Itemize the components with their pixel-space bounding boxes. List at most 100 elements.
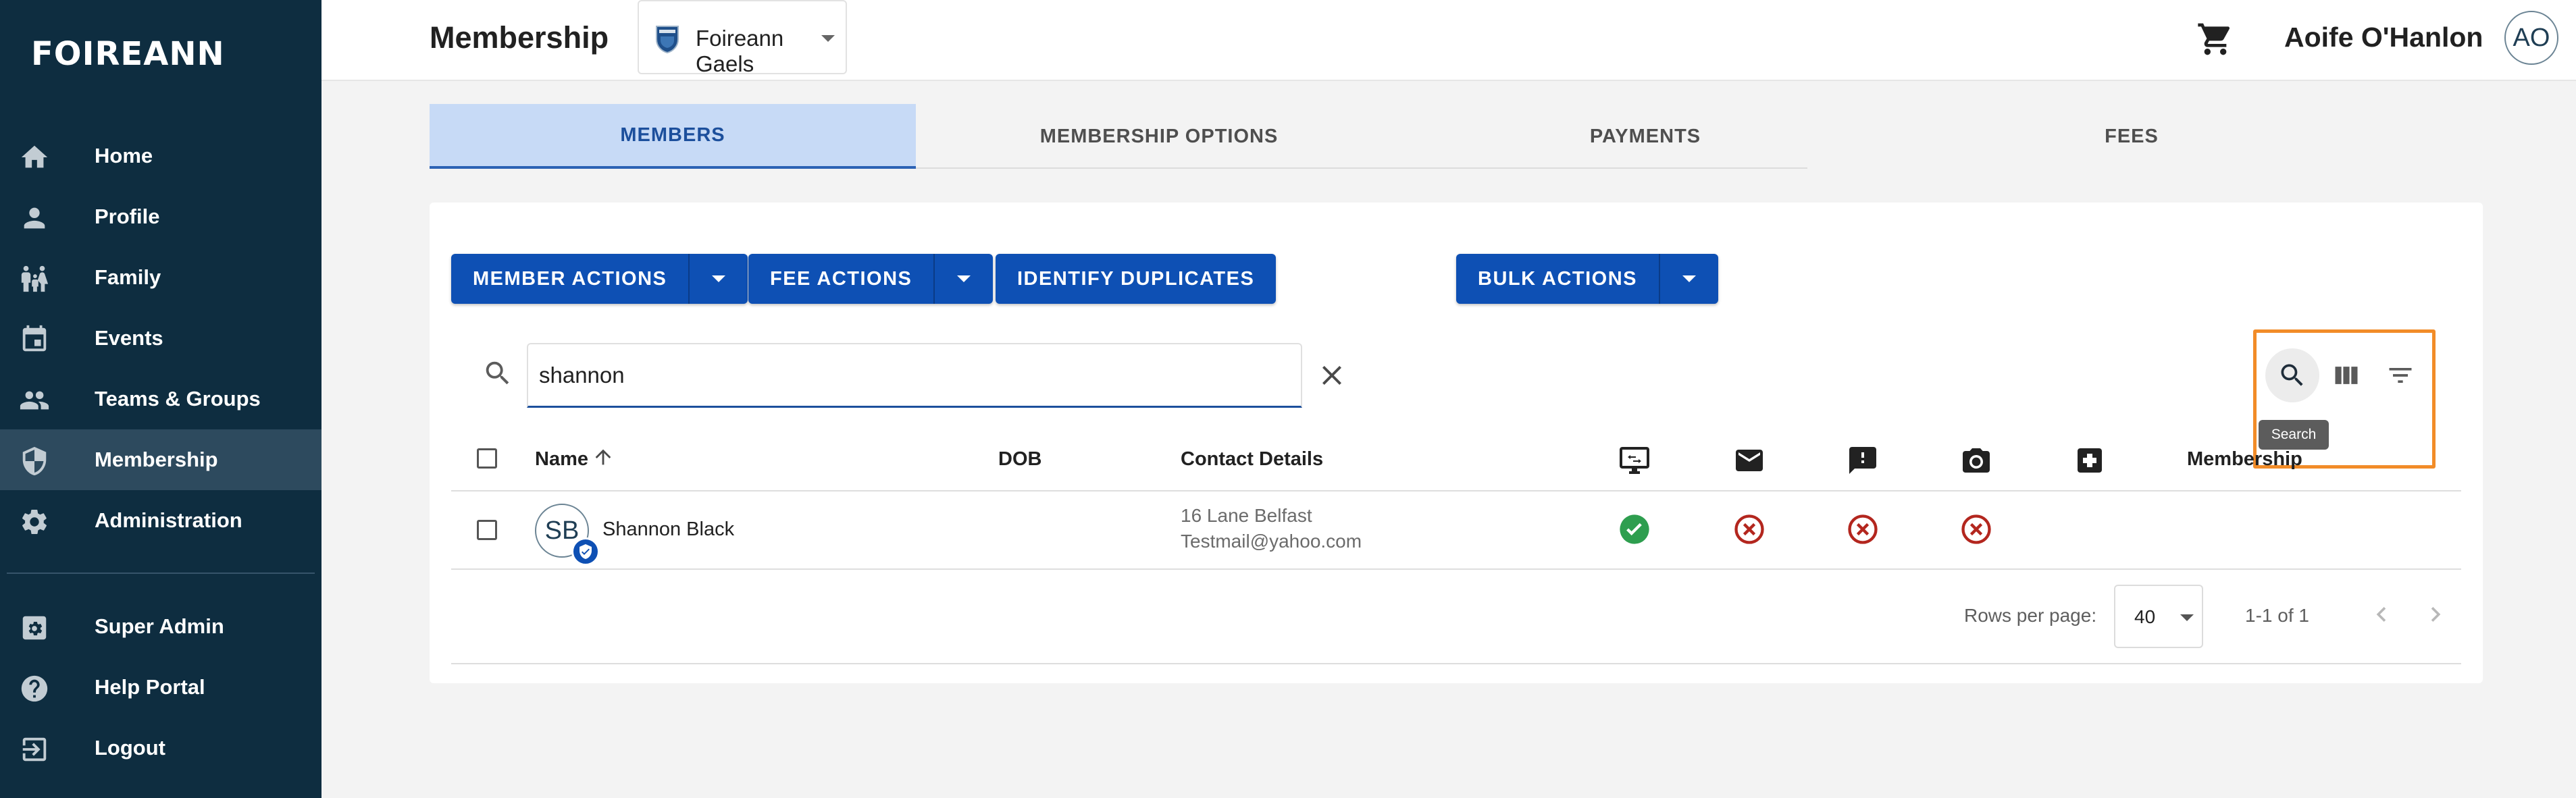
shield-icon xyxy=(19,446,50,477)
top-header: Membership Foireann Gaels Aoife O'Hanlon… xyxy=(321,0,2576,81)
cancel-circle-icon xyxy=(1959,512,1994,547)
contact-address: 16 Lane Belfast xyxy=(1181,505,1312,526)
tab-members[interactable]: MEMBERS xyxy=(430,104,916,169)
membership-tabs: MEMBERS MEMBERSHIP OPTIONS PAYMENTS FEES xyxy=(430,104,2158,169)
pagination: Rows per page: 40 1-1 of 1 xyxy=(451,570,2461,664)
camera-icon xyxy=(1960,444,1992,477)
member-search-input[interactable] xyxy=(527,343,1302,408)
sidebar-item-home[interactable]: Home xyxy=(0,126,321,186)
email-icon xyxy=(1733,444,1766,477)
select-all-checkbox[interactable] xyxy=(477,448,497,469)
members-card: MEMBER ACTIONS FEE ACTIONS IDENTIFY DUPL… xyxy=(430,203,2483,683)
contact-email: Testmail@yahoo.com xyxy=(1181,531,1362,552)
medical-icon xyxy=(2073,444,2106,477)
desktop-access-icon xyxy=(1618,444,1651,477)
identify-duplicates-button[interactable]: IDENTIFY DUPLICATES xyxy=(996,254,1276,304)
fee-actions-dropdown[interactable] xyxy=(933,254,993,304)
table-row[interactable]: SB Shannon Black 16 Lane Belfast Testmai… xyxy=(451,491,2461,570)
club-selector[interactable]: Foireann Gaels xyxy=(638,0,847,76)
help-icon xyxy=(19,673,50,704)
check-circle-icon xyxy=(1617,512,1652,547)
search-icon xyxy=(2281,364,2303,386)
sidebar-item-super-admin[interactable]: Super Admin xyxy=(0,596,321,657)
column-membership[interactable]: Membership xyxy=(2187,448,2302,471)
user-avatar[interactable]: AO xyxy=(2504,11,2558,65)
tab-payments[interactable]: PAYMENTS xyxy=(1402,104,1888,169)
rows-per-page-value: 40 xyxy=(2134,606,2156,627)
sidebar-divider xyxy=(7,573,315,574)
toggle-search-button[interactable] xyxy=(2265,348,2319,402)
tab-membership-options[interactable]: MEMBERSHIP OPTIONS xyxy=(916,104,1402,169)
caret-down-icon xyxy=(712,275,726,282)
sort-ascending-icon[interactable] xyxy=(592,446,615,469)
person-icon xyxy=(19,203,50,234)
bulk-actions-group: BULK ACTIONS xyxy=(1456,254,1719,304)
rows-per-page-label: Rows per page: xyxy=(1964,605,2097,626)
sidebar-item-label: Home xyxy=(95,144,153,167)
filter-list-icon xyxy=(2389,368,2412,383)
row-checkbox[interactable] xyxy=(477,520,497,540)
fee-actions-button[interactable]: FEE ACTIONS xyxy=(748,254,933,304)
sidebar-item-label: Profile xyxy=(95,205,160,228)
column-name[interactable]: Name xyxy=(535,448,588,471)
sidebar-item-label: Help Portal xyxy=(95,675,205,699)
sidebar-item-logout[interactable]: Logout xyxy=(0,718,321,778)
chevron-right-icon xyxy=(2431,607,2441,622)
verified-icon xyxy=(571,537,600,566)
column-contact-details[interactable]: Contact Details xyxy=(1181,448,1323,471)
calendar-icon xyxy=(19,324,50,355)
caret-down-icon xyxy=(957,275,971,282)
sidebar-item-label: Logout xyxy=(95,736,166,760)
member-actions-button[interactable]: MEMBER ACTIONS xyxy=(451,254,688,304)
sidebar-item-label: Super Admin xyxy=(95,614,224,638)
caret-down-icon xyxy=(1682,275,1697,282)
feedback-icon xyxy=(1847,444,1879,477)
cart-icon[interactable] xyxy=(2196,20,2234,58)
sidebar-item-label: Teams & Groups xyxy=(95,387,261,410)
chevron-down-icon xyxy=(821,35,835,42)
cancel-circle-icon xyxy=(1732,512,1767,547)
sidebar-item-profile[interactable]: Profile xyxy=(0,186,321,247)
bulk-actions-dropdown[interactable] xyxy=(1659,254,1718,304)
home-icon xyxy=(19,142,50,173)
sidebar-item-label: Membership xyxy=(95,448,218,471)
close-icon[interactable] xyxy=(1316,359,1348,392)
sidebar-item-label: Family xyxy=(95,265,161,289)
rows-per-page-select[interactable]: 40 xyxy=(2114,585,2203,648)
bulk-actions-button[interactable]: BULK ACTIONS xyxy=(1456,254,1659,304)
table-header: Name DOB Contact Details Membership xyxy=(451,425,2461,491)
sidebar-item-teams-groups[interactable]: Teams & Groups xyxy=(0,369,321,429)
view-columns-icon xyxy=(2335,367,2358,384)
next-page-button[interactable] xyxy=(2421,600,2450,629)
family-icon xyxy=(19,263,50,294)
admin-settings-icon xyxy=(19,612,50,643)
fee-actions-group: FEE ACTIONS xyxy=(748,254,994,304)
user-name[interactable]: Aoife O'Hanlon xyxy=(2284,22,2483,53)
search-icon xyxy=(482,358,513,389)
previous-page-button[interactable] xyxy=(2367,600,2396,629)
column-dob[interactable]: DOB xyxy=(998,448,1041,471)
identify-duplicates-group: IDENTIFY DUPLICATES xyxy=(996,254,1277,304)
page-title: Membership xyxy=(430,20,609,55)
sidebar-item-administration[interactable]: Administration xyxy=(0,490,321,551)
member-name[interactable]: Shannon Black xyxy=(602,518,734,541)
sidebar-item-membership[interactable]: Membership xyxy=(0,429,321,490)
app-logo[interactable]: FOIREANN xyxy=(31,35,225,73)
sidebar-item-events[interactable]: Events xyxy=(0,308,321,369)
sidebar-item-label: Administration xyxy=(95,508,242,532)
filter-button[interactable] xyxy=(2381,356,2419,394)
club-name: Foireann Gaels xyxy=(696,26,784,76)
sidebar-item-label: Events xyxy=(95,326,163,350)
gear-icon xyxy=(19,506,50,537)
member-actions-dropdown[interactable] xyxy=(688,254,748,304)
sidebar: FOIREANN Home Profile Family Events Team… xyxy=(0,0,321,798)
club-crest-icon xyxy=(654,24,681,54)
logout-icon xyxy=(19,734,50,765)
group-icon xyxy=(19,385,50,416)
sidebar-item-family[interactable]: Family xyxy=(0,247,321,308)
page-range: 1-1 of 1 xyxy=(2245,605,2309,626)
caret-down-icon xyxy=(2180,614,2194,621)
sidebar-item-help-portal[interactable]: Help Portal xyxy=(0,657,321,718)
tab-fees[interactable]: FEES xyxy=(1888,104,2375,169)
view-columns-button[interactable] xyxy=(2327,356,2365,394)
